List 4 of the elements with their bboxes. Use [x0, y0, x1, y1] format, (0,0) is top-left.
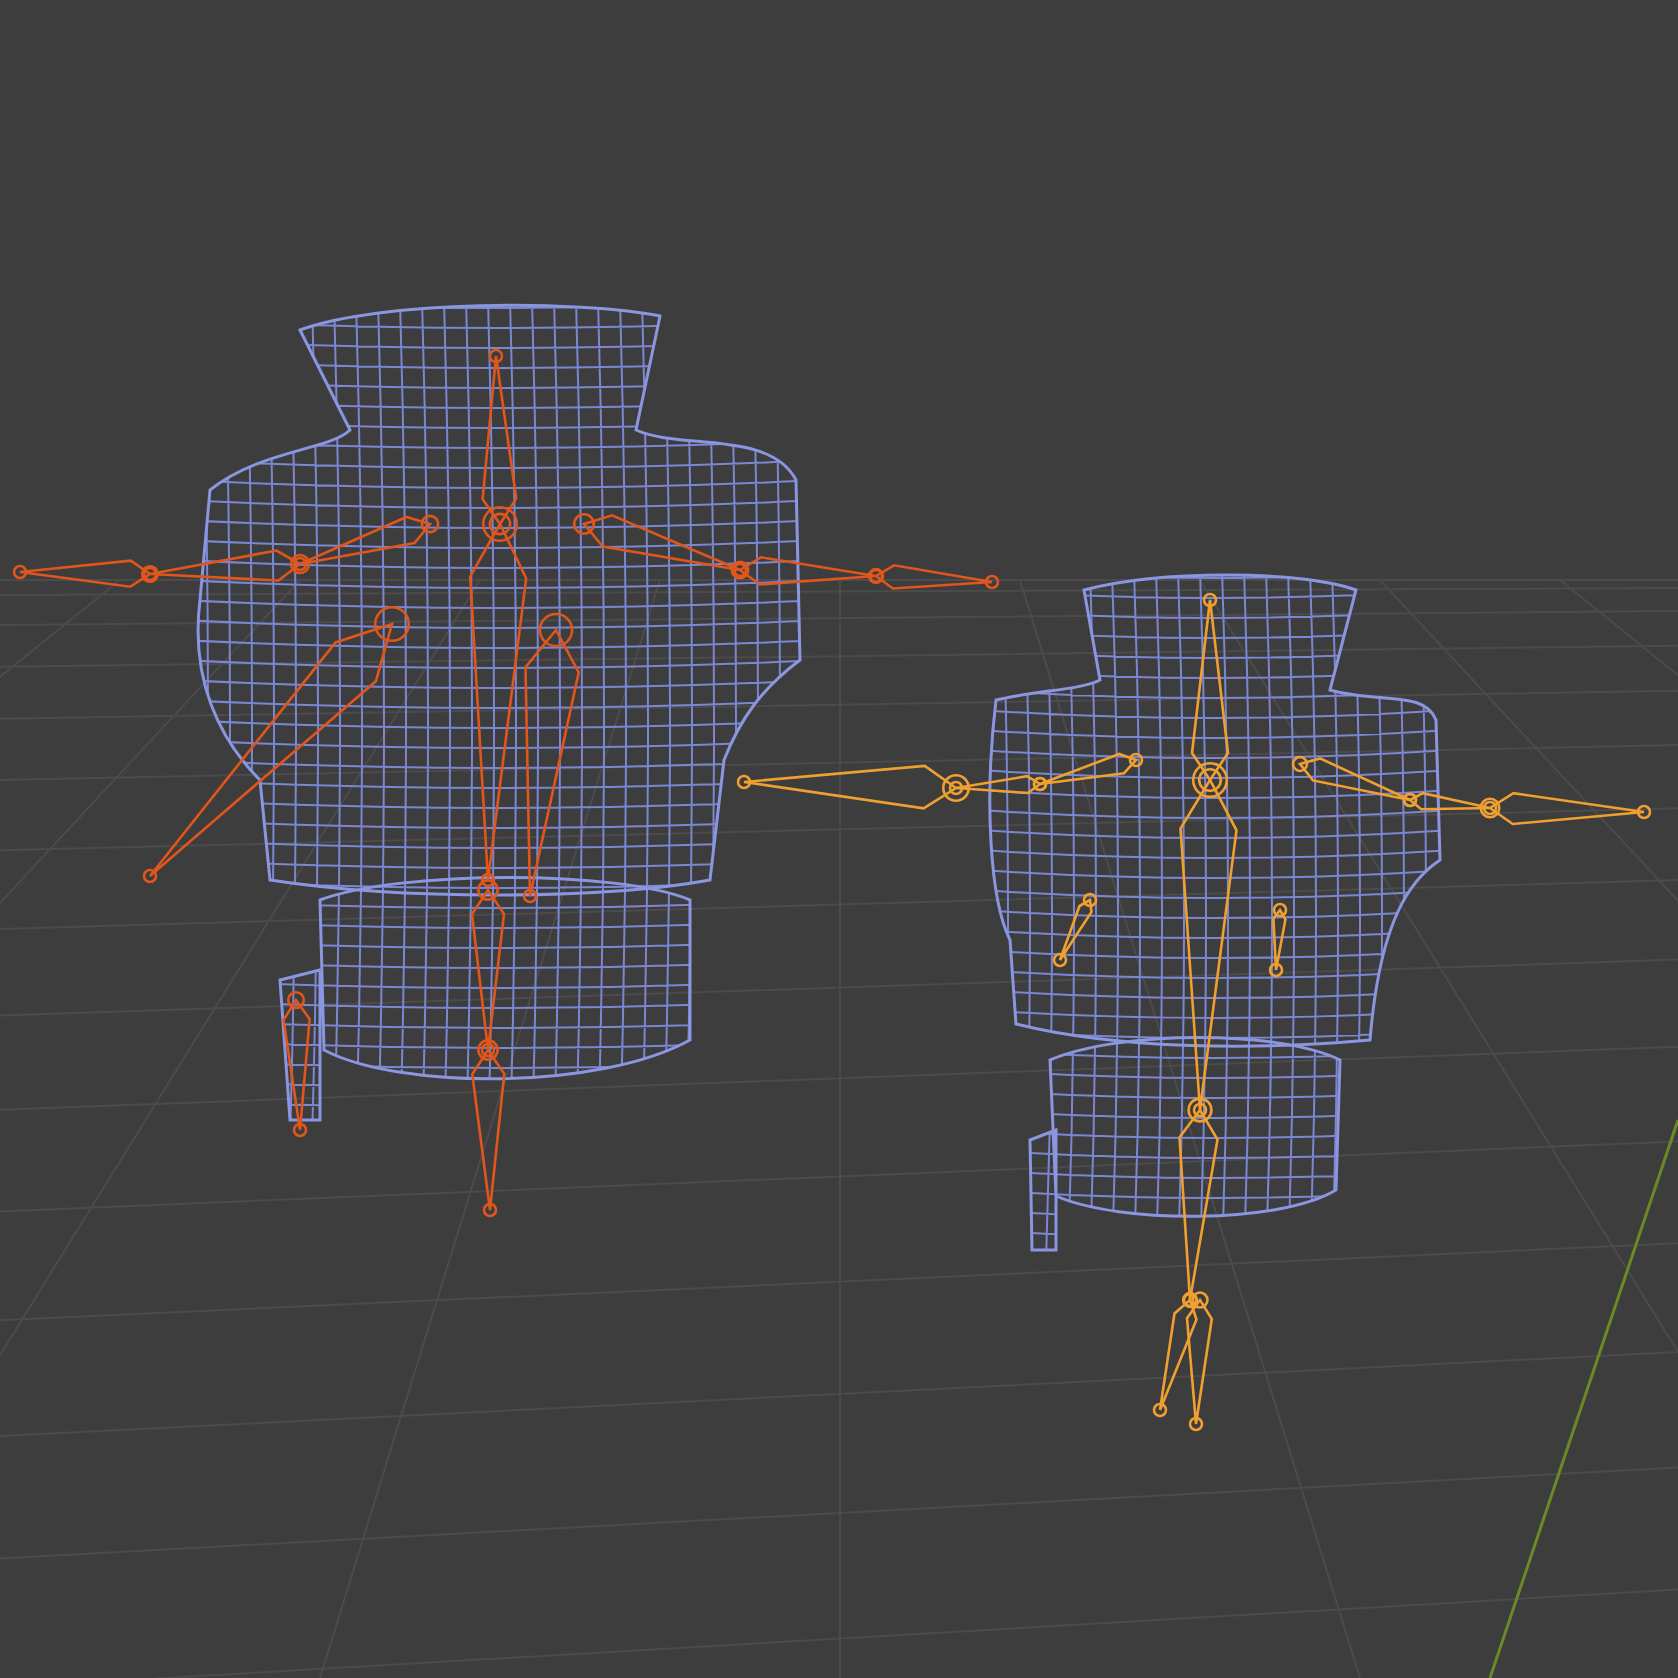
armature-drawing[interactable]	[12, 348, 1000, 1218]
wireframe-mesh-drawing[interactable]	[988, 573, 1442, 1252]
wireframe-mesh-drawing[interactable]	[196, 303, 802, 1122]
armature-drawing[interactable]	[736, 592, 1652, 1432]
